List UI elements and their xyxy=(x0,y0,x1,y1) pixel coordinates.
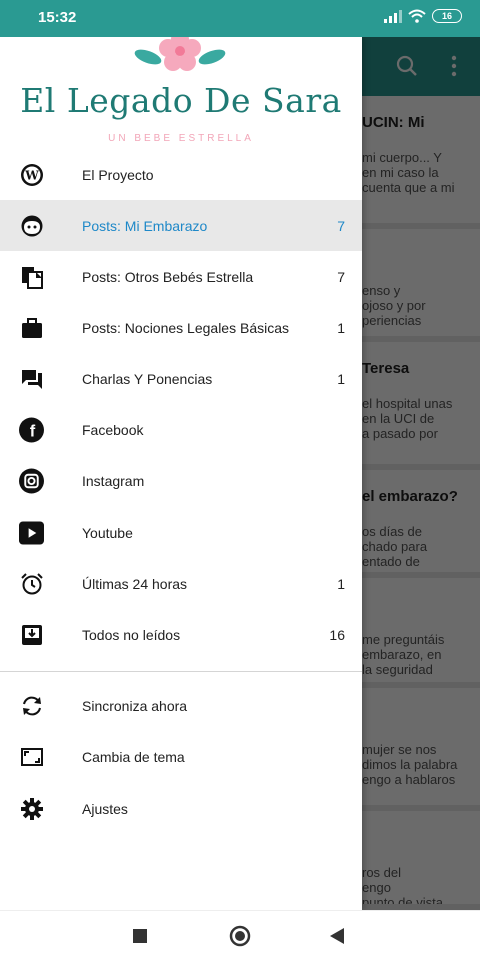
menu-item-label: Facebook xyxy=(82,421,144,438)
action-label: Ajustes xyxy=(82,800,128,817)
menu-item-label: El Proyecto xyxy=(82,166,154,183)
unread-count: 16 xyxy=(329,626,345,643)
navigation-drawer: El Legado De Sara UN BEBE ESTRELLA W El P… xyxy=(0,31,362,910)
svg-text:f: f xyxy=(30,422,36,440)
menu-item-el-proyecto[interactable]: W El Proyecto xyxy=(0,149,362,200)
instagram-icon xyxy=(19,468,44,493)
briefcase-icon xyxy=(19,315,44,340)
menu-item-label: Charlas Y Ponencias xyxy=(82,370,213,387)
theme-icon xyxy=(19,744,44,769)
battery-icon: 16 xyxy=(432,9,462,23)
action-cambia-de-tema[interactable]: Cambia de tema xyxy=(0,731,362,782)
menu-item-instagram[interactable]: Instagram xyxy=(0,455,362,506)
menu-item-label: Posts: Nociones Legales Básicas xyxy=(82,319,289,336)
menu-item-posts-mi-embarazo[interactable]: Posts: Mi Embarazo 7 xyxy=(0,200,362,251)
menu-item-label: Posts: Mi Embarazo xyxy=(82,217,208,234)
status-bar: 15:32 16 xyxy=(0,0,480,37)
menu-item-posts-nociones-legales-basicas[interactable]: Posts: Nociones Legales Básicas 1 xyxy=(0,302,362,353)
menu-item-label: Youtube xyxy=(82,524,133,541)
sync-icon xyxy=(19,693,44,718)
home-circle-icon[interactable] xyxy=(229,925,251,947)
wordpress-icon: W xyxy=(19,162,44,187)
drawer-header: El Legado De Sara UN BEBE ESTRELLA xyxy=(0,31,362,150)
menu-item-label: Posts: Otros Bebés Estrella xyxy=(82,268,254,285)
menu-item-label: Instagram xyxy=(82,472,145,489)
blog-subtitle: UN BEBE ESTRELLA xyxy=(108,133,254,144)
recents-square-icon[interactable] xyxy=(133,929,147,943)
unread-count: 1 xyxy=(337,319,345,336)
system-nav-bar xyxy=(0,910,480,960)
svg-text:W: W xyxy=(24,168,39,182)
action-ajustes[interactable]: Ajustes xyxy=(0,783,362,834)
action-label: Sincroniza ahora xyxy=(82,697,188,714)
unread-count: 7 xyxy=(337,268,345,285)
youtube-icon xyxy=(19,520,44,545)
menu-item-youtube[interactable]: Youtube xyxy=(0,507,362,558)
menu-item-charlas-y-ponencias[interactable]: Charlas Y Ponencias 1 xyxy=(0,353,362,404)
menu-item-facebook[interactable]: f Facebook xyxy=(0,404,362,455)
status-time: 15:32 xyxy=(38,9,77,26)
action-label: Cambia de tema xyxy=(82,748,185,765)
menu-item-posts-otros-bebes-estrella[interactable]: Posts: Otros Bebés Estrella 7 xyxy=(0,251,362,302)
alarm-clock-icon xyxy=(19,571,44,596)
menu-item-ultimas-24-horas[interactable]: Últimas 24 horas 1 xyxy=(0,558,362,609)
menu-item-label: Últimas 24 horas xyxy=(82,575,188,592)
signal-icon xyxy=(384,10,402,23)
menu-item-todos-no-leidos[interactable]: Todos no leídos 16 xyxy=(0,609,362,660)
action-sincroniza-ahora[interactable]: Sincroniza ahora xyxy=(0,680,362,731)
baby-face-icon xyxy=(19,213,44,238)
menu-item-label: Todos no leídos xyxy=(82,626,181,643)
inbox-download-icon xyxy=(19,622,44,647)
blog-title: El Legado De Sara xyxy=(20,81,342,120)
chat-icon xyxy=(19,366,44,391)
drawer-scrim[interactable] xyxy=(362,37,480,910)
documents-icon xyxy=(19,264,44,289)
status-icons: 16 xyxy=(384,9,462,23)
unread-count: 1 xyxy=(337,575,345,592)
facebook-icon: f xyxy=(19,417,44,442)
unread-count: 7 xyxy=(337,217,345,234)
flower-logo-icon xyxy=(134,31,226,71)
unread-count: 1 xyxy=(337,370,345,387)
menu-divider xyxy=(0,671,362,672)
gear-icon xyxy=(19,796,44,821)
wifi-icon xyxy=(408,9,426,23)
back-triangle-icon[interactable] xyxy=(330,928,344,944)
